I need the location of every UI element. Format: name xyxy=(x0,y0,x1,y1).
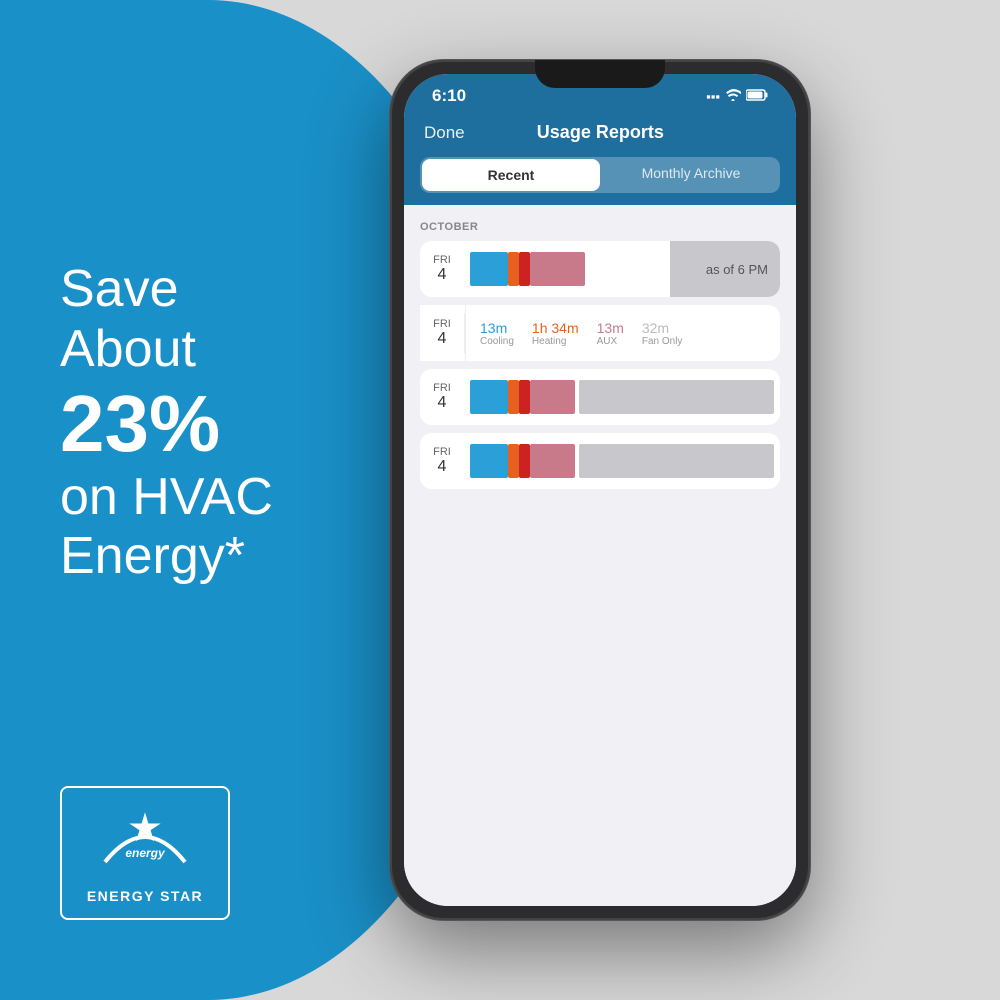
phone-notch xyxy=(535,74,665,88)
stat-cooling: 13m Cooling xyxy=(474,320,514,347)
day-num: 4 xyxy=(438,330,447,348)
bar-heating-red xyxy=(519,380,530,414)
stat-aux: 13m AUX xyxy=(591,320,624,347)
bar-aux xyxy=(530,444,575,478)
date-cell: FRI 4 xyxy=(420,305,464,361)
phone-wrapper: 6:10 ▪▪▪ Done Usage Reports xyxy=(390,60,810,920)
bar-aux xyxy=(530,252,585,286)
day-num: 4 xyxy=(438,394,447,412)
headline-about: About xyxy=(60,320,196,378)
fan-label: Fan Only xyxy=(642,336,683,347)
cooling-label: Cooling xyxy=(480,336,514,347)
bar-cooling xyxy=(470,444,508,478)
aux-value: 13m xyxy=(597,320,624,336)
table-row: FRI 4 as of 6 PM xyxy=(420,241,780,297)
phone-screen: 6:10 ▪▪▪ Done Usage Reports xyxy=(404,74,796,906)
day-name: FRI xyxy=(433,446,451,458)
bar-heating-orange xyxy=(508,444,519,478)
day-name: FRI xyxy=(433,382,451,394)
header-title: Usage Reports xyxy=(537,122,664,143)
heating-label: Heating xyxy=(532,336,566,347)
bar-gray xyxy=(579,380,774,414)
table-row: FRI 4 13m Cooling 1h 34m Heating xyxy=(420,305,780,361)
table-row: FRI 4 xyxy=(420,369,780,425)
svg-text:energy: energy xyxy=(125,846,166,860)
signal-icon: ▪▪▪ xyxy=(706,89,720,104)
date-cell: FRI 4 xyxy=(420,433,464,489)
bar-cooling xyxy=(470,252,508,286)
app-header: Done Usage Reports xyxy=(404,112,796,157)
bar-gray xyxy=(579,444,774,478)
detail-stats: 13m Cooling 1h 34m Heating 13m AUX 32m xyxy=(465,305,780,361)
status-icons: ▪▪▪ xyxy=(706,89,768,104)
bar-aux xyxy=(530,380,575,414)
status-time: 6:10 xyxy=(432,86,466,106)
done-button[interactable]: Done xyxy=(424,123,465,143)
battery-icon xyxy=(746,89,768,104)
wifi-icon xyxy=(725,89,741,104)
energy-star-box: energy ENERGY STAR xyxy=(60,786,230,920)
section-month-label: OCTOBER xyxy=(420,221,780,233)
bar-area xyxy=(464,433,780,489)
bar-area xyxy=(464,241,670,297)
heating-value: 1h 34m xyxy=(532,320,579,336)
bar-heating-red xyxy=(519,444,530,478)
date-cell: FRI 4 xyxy=(420,369,464,425)
day-name: FRI xyxy=(433,318,451,330)
bar-heating-orange xyxy=(508,252,519,286)
stat-fan: 32m Fan Only xyxy=(636,320,683,347)
energy-star-label: ENERGY STAR xyxy=(87,888,203,904)
headline-percent: 23% xyxy=(60,380,273,468)
fan-value: 32m xyxy=(642,320,669,336)
usage-stat: as of 6 PM xyxy=(670,241,780,297)
bar-heating-red xyxy=(519,252,530,286)
bar-heating-orange xyxy=(508,380,519,414)
day-name: FRI xyxy=(433,254,451,266)
segment-control: Recent Monthly Archive xyxy=(404,157,796,205)
left-panel: Save About 23% on HVAC Energy* xyxy=(60,260,273,587)
stat-heating: 1h 34m Heating xyxy=(526,320,579,347)
table-row: FRI 4 xyxy=(420,433,780,489)
phone-shell: 6:10 ▪▪▪ Done Usage Reports xyxy=(390,60,810,920)
bar-cooling xyxy=(470,380,508,414)
day-num: 4 xyxy=(438,266,447,284)
cooling-value: 13m xyxy=(480,320,507,336)
day-num: 4 xyxy=(438,458,447,476)
app-content: OCTOBER FRI 4 as of 6 PM xyxy=(404,205,796,906)
segment-inner: Recent Monthly Archive xyxy=(420,157,780,193)
tab-monthly-archive[interactable]: Monthly Archive xyxy=(602,157,780,193)
energy-star-logo: energy xyxy=(85,802,205,882)
headline-energy: Energy* xyxy=(60,527,245,585)
date-cell: FRI 4 xyxy=(420,241,464,297)
headline-save: Save xyxy=(60,260,179,318)
bar-area xyxy=(464,369,780,425)
aux-label: AUX xyxy=(597,336,618,347)
tab-recent[interactable]: Recent xyxy=(422,159,600,191)
headline-hvac: on HVAC xyxy=(60,468,273,526)
stat-text: as of 6 PM xyxy=(706,262,768,277)
